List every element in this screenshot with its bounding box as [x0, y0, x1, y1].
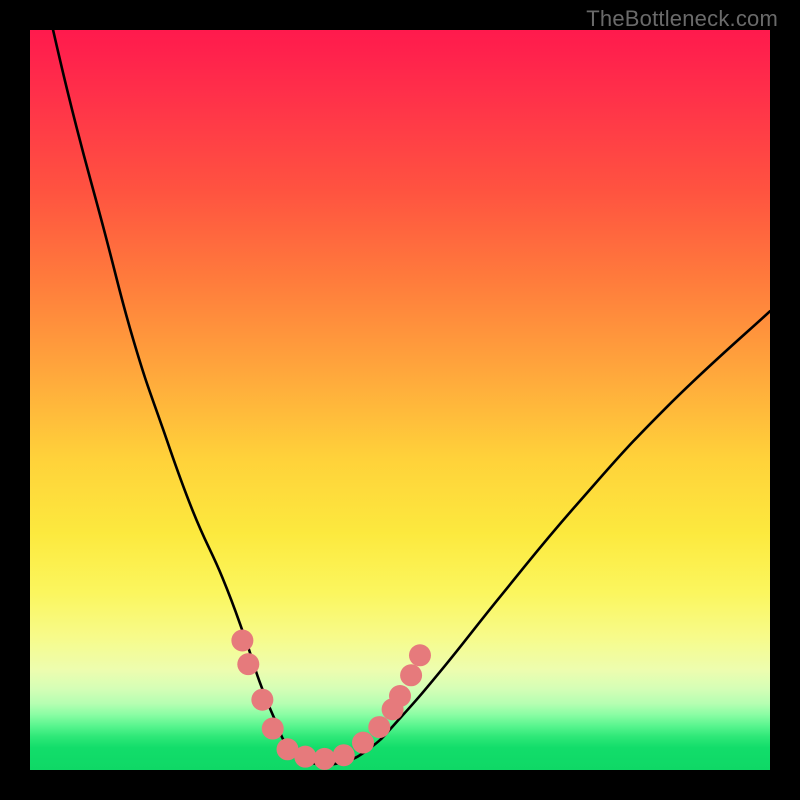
chart-plot-area [30, 30, 770, 770]
chart-markers [231, 630, 431, 770]
chart-marker [389, 685, 411, 707]
chart-marker [368, 716, 390, 738]
chart-marker [333, 744, 355, 766]
chart-marker [352, 732, 374, 754]
chart-marker [251, 689, 273, 711]
chart-svg [30, 30, 770, 770]
watermark-text: TheBottleneck.com [586, 6, 778, 32]
chart-marker [400, 664, 422, 686]
chart-marker [314, 748, 336, 770]
chart-marker [231, 630, 253, 652]
chart-marker [294, 746, 316, 768]
chart-curve [30, 30, 770, 765]
chart-marker [262, 718, 284, 740]
chart-marker [237, 653, 259, 675]
chart-marker [409, 644, 431, 666]
